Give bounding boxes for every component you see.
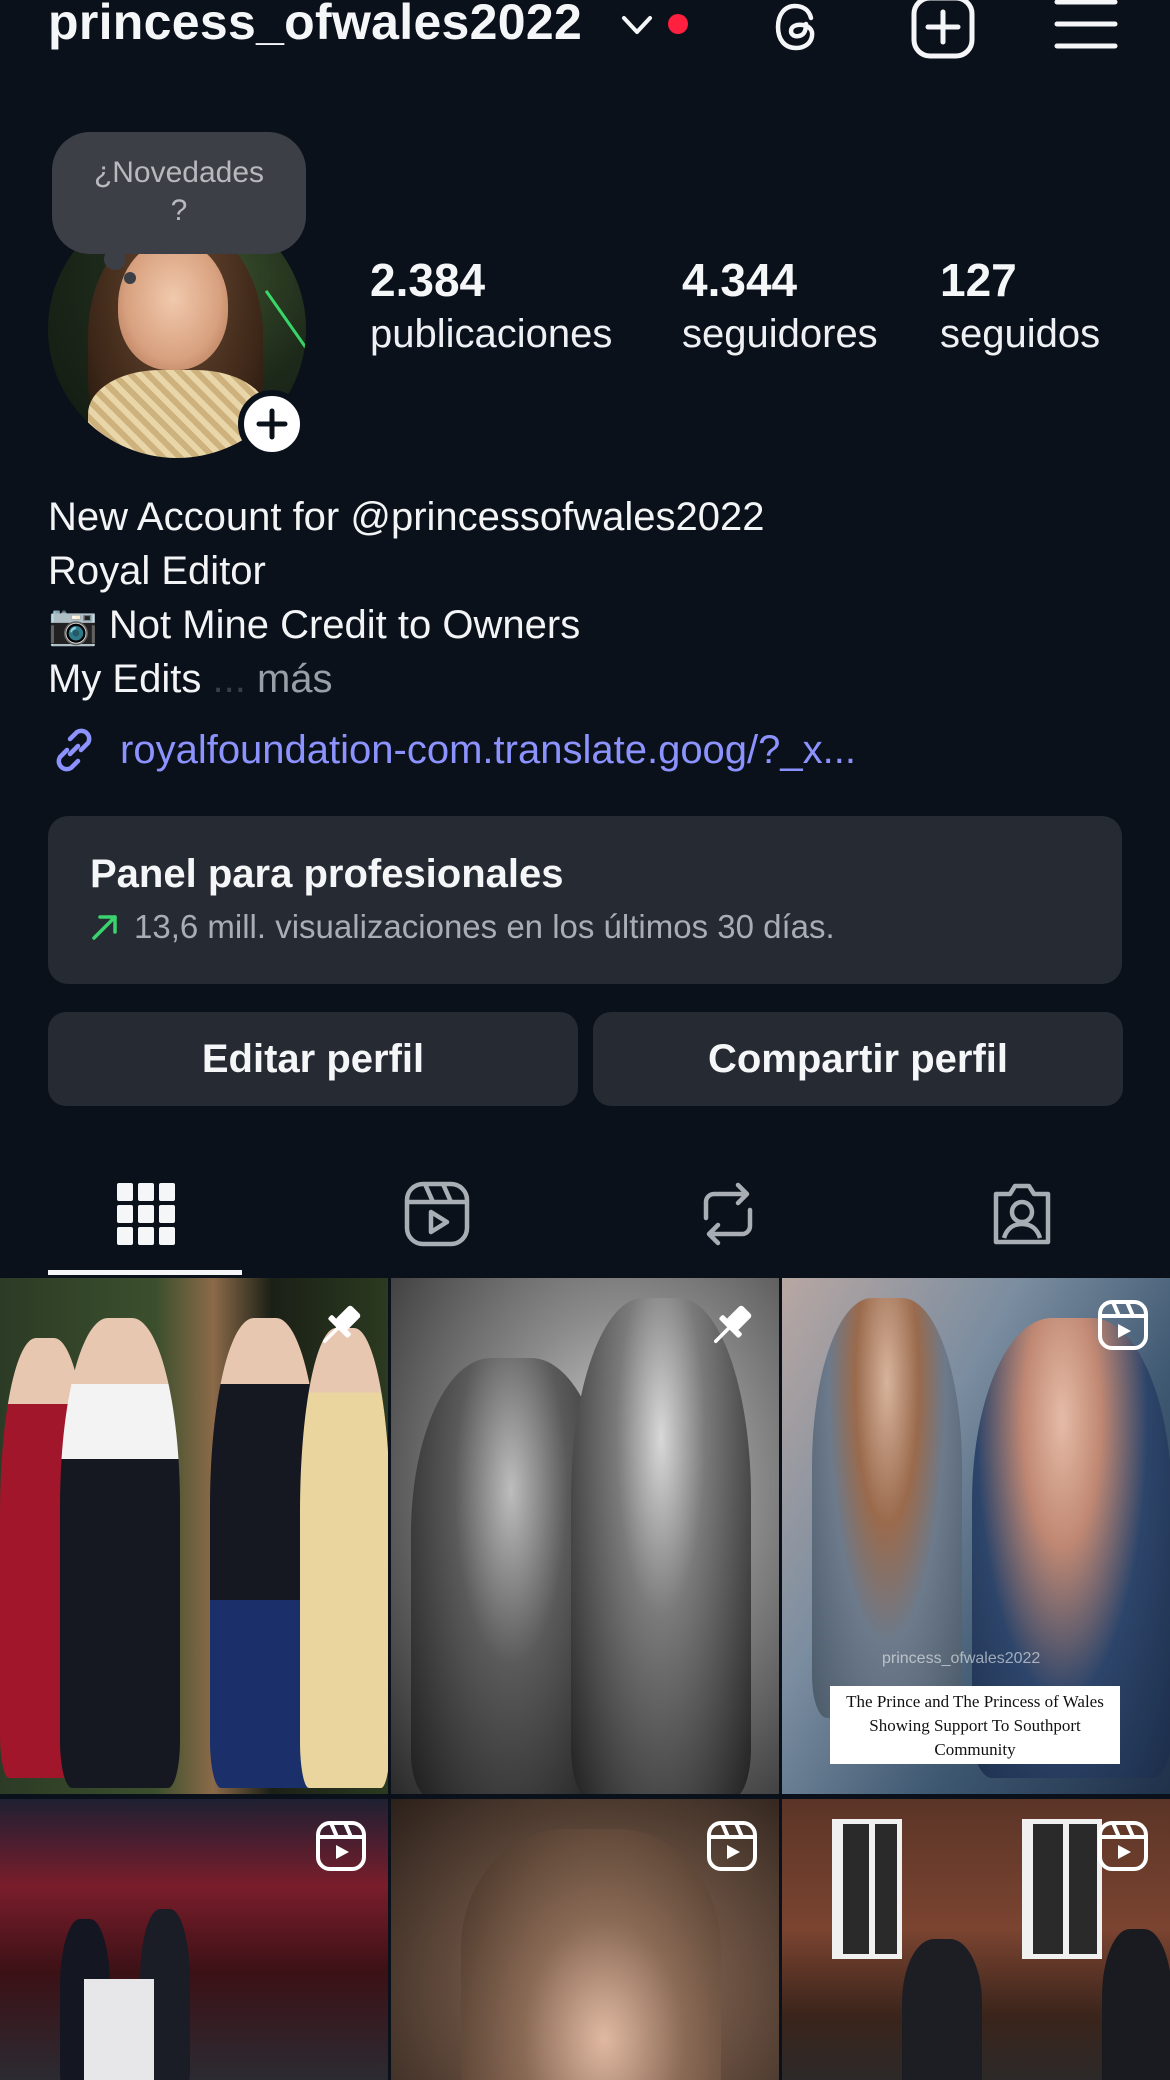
post-caption: The Prince and The Princess of Wales Sho… [830,1686,1120,1764]
tagged-icon [993,1183,1051,1245]
tab-reposts[interactable] [688,1174,768,1254]
pin-icon [322,1305,361,1344]
stat-followers[interactable]: 4.344 seguidores [682,252,878,360]
bio-link[interactable]: royalfoundation-com.translate.goog/?_x..… [48,722,856,778]
post-tile[interactable] [0,1799,388,2080]
post-tile[interactable] [391,1278,779,1794]
username[interactable]: princess_ofwales2022 [48,0,582,52]
add-post-icon[interactable] [910,0,976,60]
avatar-light [264,289,306,391]
dashboard-subtitle-row: 13,6 mill. visualizaciones en los último… [90,908,835,946]
stat-posts-label: publicaciones [370,312,613,356]
dashboard-title: Panel para profesionales [90,852,564,896]
podium [84,1979,154,2080]
post-tile[interactable] [0,1278,388,1794]
bio: New Account for @princessofwales2022 Roy… [48,490,765,706]
share-profile-button[interactable]: Compartir perfil [593,1012,1123,1106]
note-tail-small [124,272,136,284]
professional-dashboard[interactable]: Panel para profesionales 13,6 mill. visu… [48,816,1122,984]
reel-badge-icon [1098,1300,1148,1350]
note-bubble[interactable]: ¿Novedades ? [52,132,306,284]
reels-icon [404,1181,470,1247]
pin-icon [713,1305,752,1344]
profile-header: princess_ofwales2022 [0,0,1170,60]
stat-followers-value: 4.344 [682,254,798,306]
note-text-line1: ¿Novedades [93,156,265,189]
bio-line4: My Edits [48,657,202,701]
posts-grid: princess_ofwales2022 The Prince and The … [0,1278,1170,2080]
menu-icon[interactable] [1053,0,1119,60]
note-text-line2: ? [170,194,188,227]
stat-posts-value: 2.384 [370,254,486,306]
post-figure [300,1328,388,1788]
dashboard-subtitle: 13,6 mill. visualizaciones en los último… [134,908,835,945]
plus-icon [256,408,288,440]
post-watermark: princess_ofwales2022 [882,1650,1041,1667]
tab-grid[interactable] [106,1174,186,1254]
bio-ellipsis: ... [212,657,246,701]
avatar-face [118,240,228,370]
chevron-down-icon[interactable] [620,10,654,40]
post-tile[interactable]: princess_ofwales2022 The Prince and The … [782,1278,1170,1794]
add-story-button[interactable] [238,390,306,458]
reel-badge-icon [316,1821,366,1871]
stat-following-value: 127 [940,254,1017,306]
window [1022,1819,1102,1959]
link-icon [56,728,92,772]
post-tile[interactable] [391,1799,779,2080]
bio-line2: Royal Editor [48,549,266,593]
post-figure [902,1939,982,2080]
post-figure [60,1318,180,1788]
note-tail-large [104,248,126,270]
tab-tagged[interactable] [982,1174,1062,1254]
bio-link-text[interactable]: royalfoundation-com.translate.goog/?_x..… [120,728,856,773]
stat-followers-label: seguidores [682,312,878,356]
reel-badge-icon [1098,1821,1148,1871]
window [832,1819,902,1959]
bio-line4-row: My Edits ... más [48,652,765,706]
post-tile[interactable] [782,1799,1170,2080]
bio-line1: New Account for @princessofwales2022 [48,495,765,539]
threads-icon[interactable] [766,0,832,60]
stat-following[interactable]: 127 seguidos [940,252,1100,360]
post-figure [1102,1929,1170,2080]
notification-dot [668,14,688,34]
active-tab-indicator [48,1270,242,1275]
grid-icon [117,1183,175,1245]
bio-more-link[interactable]: más [257,657,333,701]
edit-profile-button[interactable]: Editar perfil [48,1012,578,1106]
post-figure [571,1298,751,1794]
post-figure [461,1829,721,2080]
reel-badge-icon [707,1821,757,1871]
trend-up-icon [92,915,117,940]
reposts-icon [703,1182,753,1246]
bio-line3: 📷 Not Mine Credit to Owners [48,603,581,647]
stat-posts[interactable]: 2.384 publicaciones [370,252,612,360]
tab-reels[interactable] [397,1174,477,1254]
stat-following-label: seguidos [940,312,1101,356]
